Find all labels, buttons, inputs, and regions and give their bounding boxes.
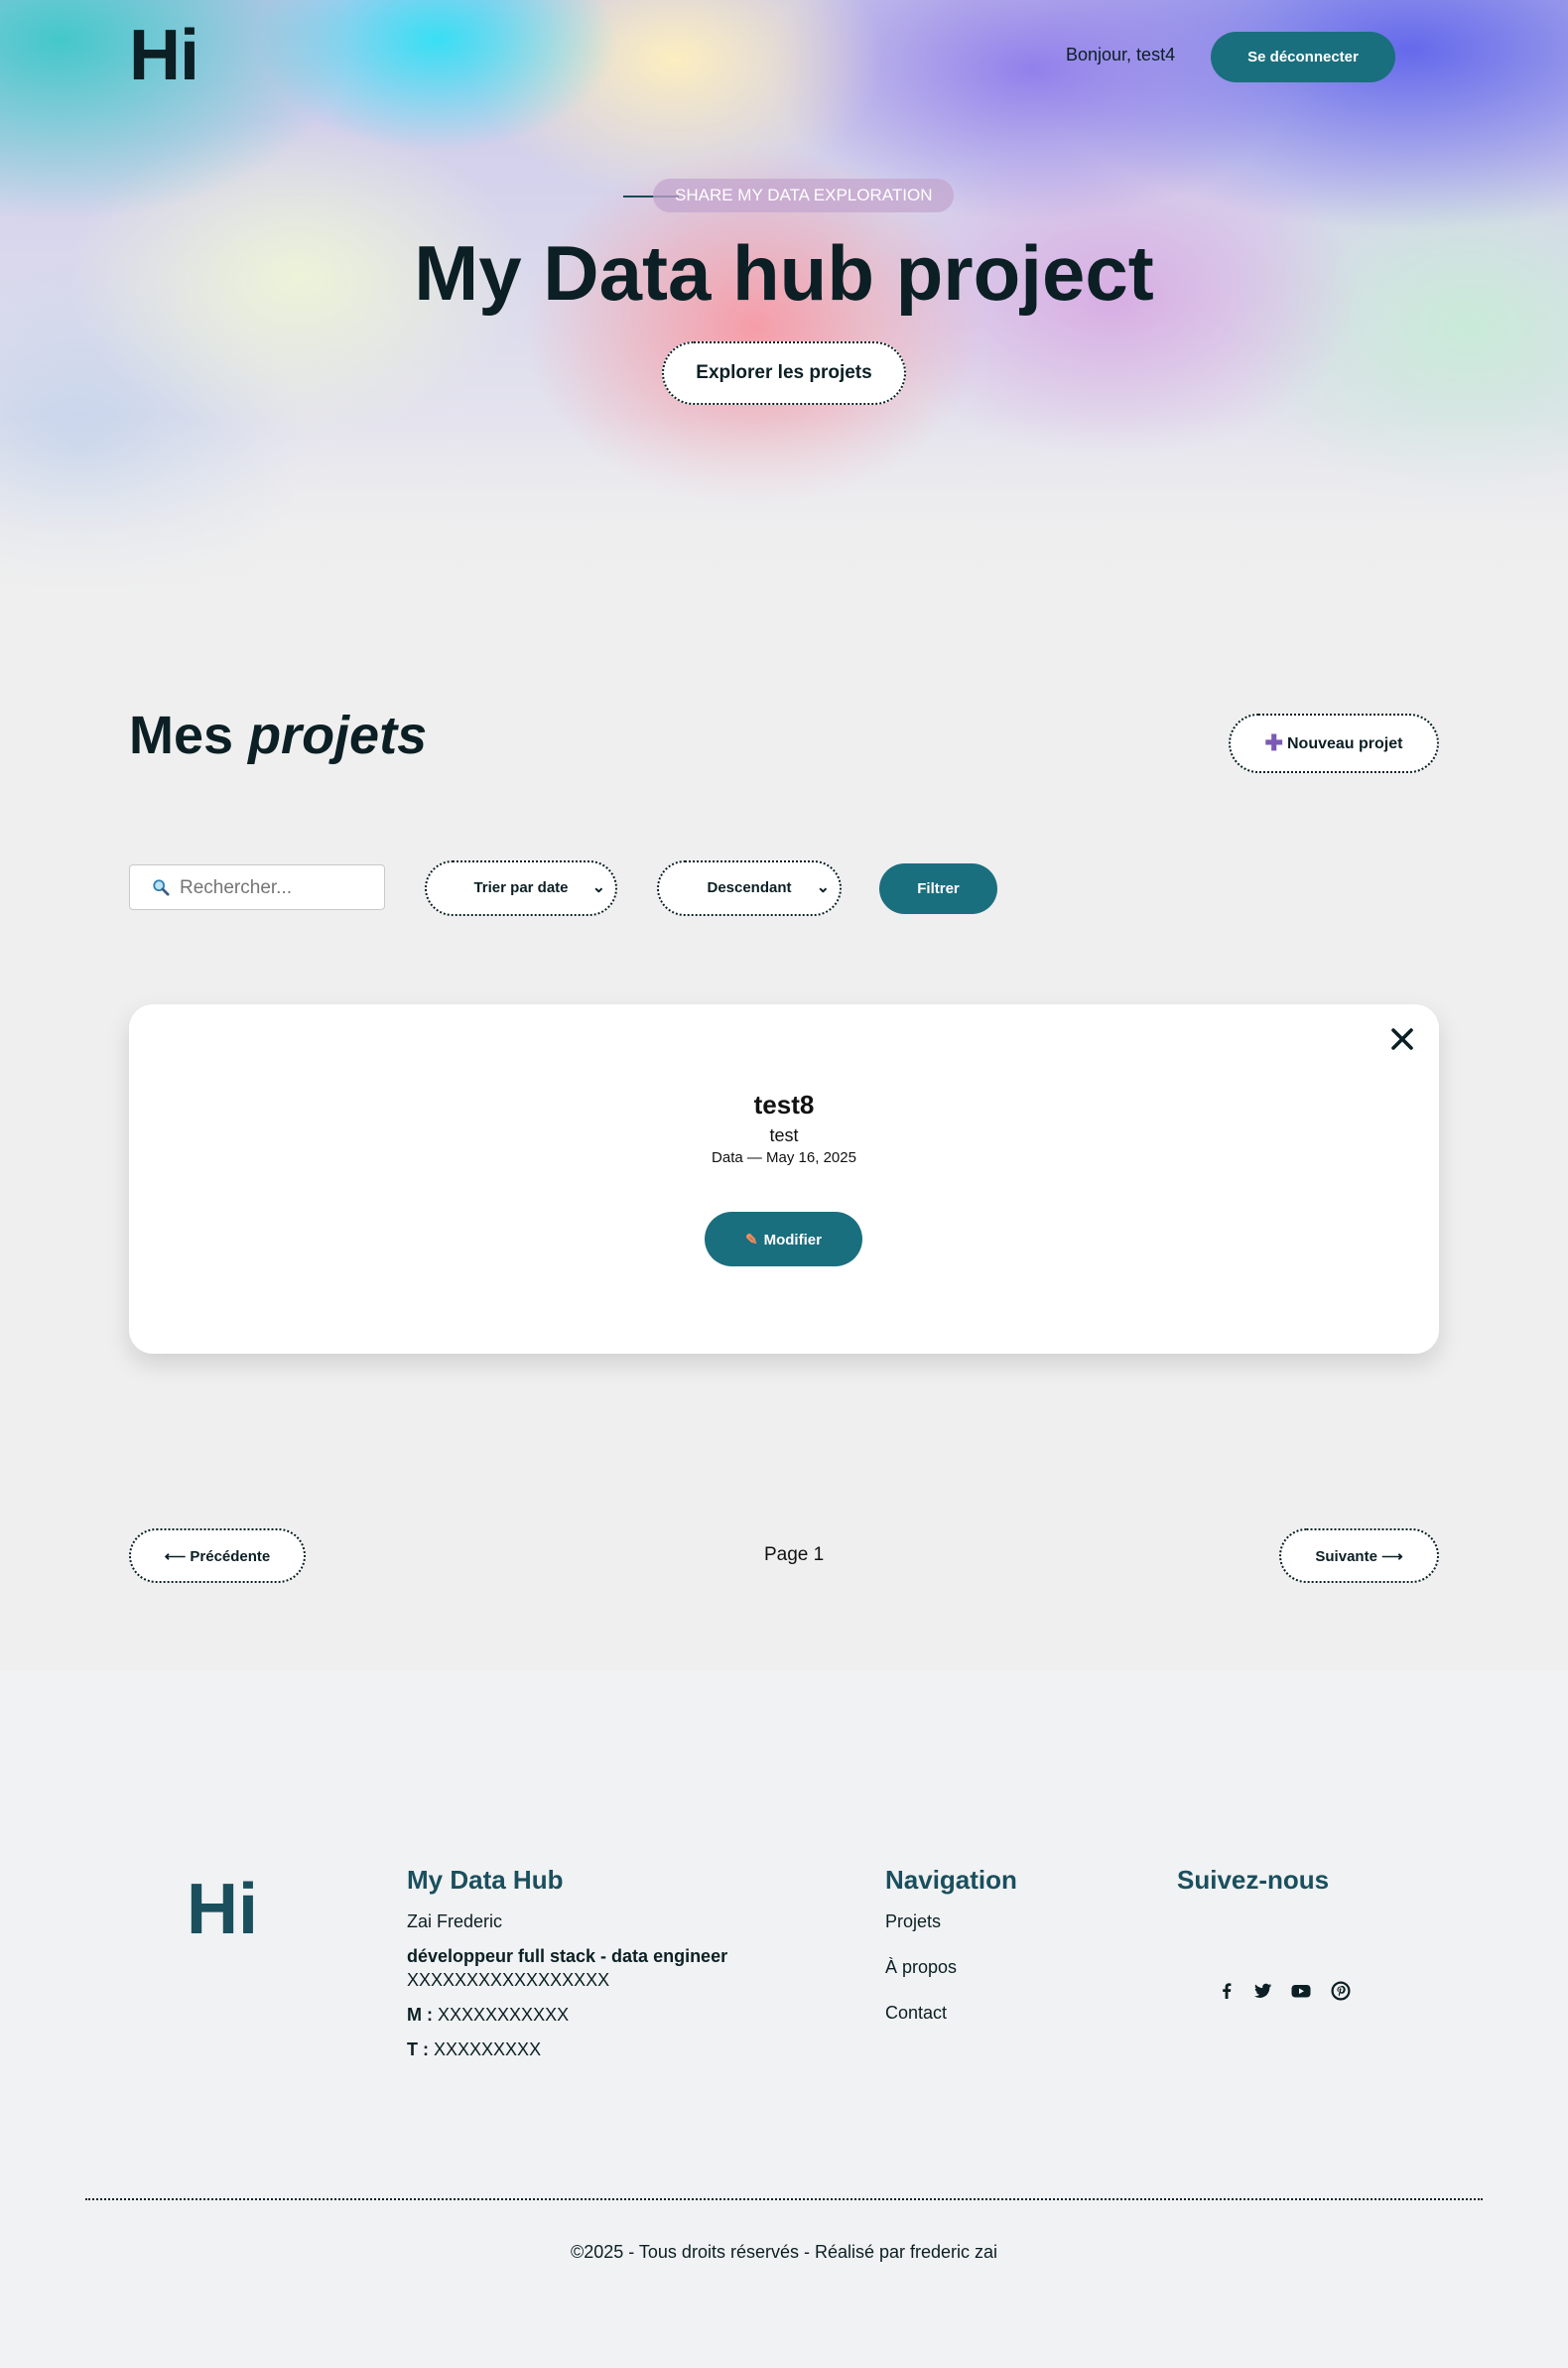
footer-name: Zai Frederic	[407, 1911, 503, 1931]
eyebrow-label: SHARE MY DATA EXPLORATION	[653, 179, 955, 212]
edit-project-button[interactable]: ✎ Modifier	[705, 1212, 862, 1266]
youtube-icon[interactable]	[1289, 1979, 1313, 2003]
mobile-value: XXXXXXXXXXX	[438, 2005, 570, 2025]
copyright-text: ©2025 - Tous droits réservés - Réalisé p…	[570, 2242, 998, 2262]
project-meta: Data — May 16, 2025	[712, 1149, 856, 1166]
hero-title: My Data hub project	[414, 229, 1154, 317]
phone-label: T :	[407, 2039, 429, 2059]
footer-logo: Hi	[187, 1870, 258, 1949]
projects-title-plain: Mes	[129, 706, 234, 765]
page-indicator: Page 1	[764, 1544, 825, 1565]
site-footer: Hi My Data Hub Zai Frederic développeur …	[0, 1670, 1568, 2368]
new-project-label: Nouveau projet	[1286, 735, 1403, 752]
chevron-down-icon: ⌄	[591, 879, 605, 896]
sort-select[interactable]: Trier par date ⌄	[425, 860, 617, 916]
edit-project-label: Modifier	[763, 1231, 822, 1249]
footer-phone: T : XXXXXXXXX	[407, 2039, 541, 2060]
order-select-value: Descendant	[707, 879, 792, 896]
site-logo[interactable]: Hi	[129, 16, 199, 95]
footer-role: développeur full stack - data engineer	[407, 1946, 728, 1966]
pinterest-icon[interactable]	[1329, 1979, 1353, 2003]
twitter-icon[interactable]	[1250, 1979, 1274, 2003]
projects-title-italic: projets	[248, 706, 428, 765]
logout-button[interactable]: Se déconnecter	[1211, 32, 1395, 82]
filter-button[interactable]: Filtrer	[879, 863, 997, 914]
footer-link-contact[interactable]: Contact	[885, 2003, 947, 2024]
footer-about-heading: My Data Hub	[407, 1865, 564, 1895]
footer-divider	[85, 2198, 1483, 2200]
project-card: test8 test Data — May 16, 2025 ✎ Modifier	[129, 1004, 1439, 1354]
explore-projects-button[interactable]: Explorer les projets	[662, 341, 906, 405]
search-icon	[153, 879, 170, 896]
hero-section: Hi Bonjour, test4 Se déconnecter SHARE M…	[0, 0, 1568, 595]
phone-value: XXXXXXXXX	[434, 2039, 542, 2059]
project-description: test	[769, 1125, 799, 1145]
search-box	[129, 864, 385, 911]
footer-nav-heading: Navigation	[885, 1865, 1017, 1895]
project-title: test8	[753, 1090, 815, 1119]
projects-section-title: Mes projets	[129, 705, 427, 766]
facebook-icon[interactable]	[1215, 1979, 1239, 2003]
search-input[interactable]	[178, 865, 380, 911]
previous-page-button[interactable]: ⟵ Précédente	[129, 1528, 306, 1583]
close-icon[interactable]	[1389, 1026, 1415, 1052]
chevron-down-icon: ⌄	[816, 879, 830, 896]
order-select[interactable]: Descendant ⌄	[657, 860, 842, 916]
mobile-label: M :	[407, 2005, 433, 2025]
user-greeting: Bonjour, test4	[1066, 45, 1176, 65]
new-project-button[interactable]: ✚ Nouveau projet	[1229, 714, 1439, 773]
pencil-icon: ✎	[745, 1231, 758, 1249]
plus-icon: ✚	[1264, 730, 1283, 755]
sort-select-value: Trier par date	[473, 879, 569, 896]
footer-mobile: M : XXXXXXXXXXX	[407, 2005, 569, 2026]
footer-link-a-propos[interactable]: À propos	[885, 1957, 957, 1978]
footer-link-projets[interactable]: Projets	[885, 1911, 941, 1932]
footer-social-heading: Suivez-nous	[1177, 1865, 1330, 1895]
footer-address: XXXXXXXXXXXXXXXXX	[407, 1970, 610, 1990]
next-page-button[interactable]: Suivante ⟶	[1279, 1528, 1439, 1583]
